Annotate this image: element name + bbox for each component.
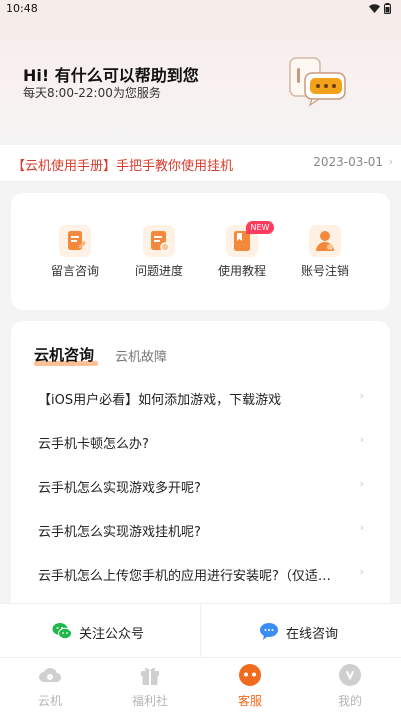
- quick-action-label: 账号注销: [300, 264, 349, 278]
- quick-action-tutorial[interactable]: NEW 使用教程: [202, 193, 282, 310]
- quick-action-label: 使用教程: [217, 264, 266, 278]
- chevron-right-icon: ›: [359, 521, 364, 534]
- tab-label: 福利社: [131, 694, 168, 708]
- faq-item[interactable]: 【iOS用户必看】如何添加游戏，下载游戏 ›: [11, 376, 390, 420]
- follow-label: 关注公众号: [79, 627, 145, 642]
- greeting-title: Hi! 有什么可以帮助到您: [23, 66, 199, 85]
- quick-action-progress[interactable]: 问题进度: [119, 193, 199, 310]
- quick-action-label: 问题进度: [134, 264, 183, 278]
- tab-label: 我的: [337, 694, 362, 708]
- notice-text: 【云机使用手册】手把手教你使用挂机: [12, 159, 234, 174]
- new-badge: NEW: [246, 221, 274, 234]
- online-consult-label: 在线咨询: [286, 627, 339, 642]
- user-icon: [309, 225, 341, 257]
- service-hours: 每天8:00-22:00为您服务: [23, 86, 161, 100]
- chevron-right-icon: ›: [359, 389, 364, 402]
- faq-item[interactable]: 云手机卡顿怎么办? ›: [11, 420, 390, 464]
- tab-customer-service[interactable]: 客服: [200, 658, 300, 714]
- document-search-icon: [143, 225, 175, 257]
- faq-item[interactable]: 云手机怎么实现游戏多开呢? ›: [11, 464, 390, 508]
- faq-item-text: 云手机怎么上传您手机的应用进行安装呢?（仅适用于安卓）: [38, 569, 338, 584]
- status-bar: 10:48: [0, 0, 401, 18]
- bottom-tab-bar: 云机 福利社 客服 我的: [0, 657, 401, 714]
- tab-cloud-phone[interactable]: 云机: [0, 658, 100, 714]
- tab-cloud-consult[interactable]: 云机咨询: [34, 344, 94, 365]
- cloud-icon: [39, 668, 62, 683]
- chevron-right-icon: ›: [359, 477, 364, 490]
- online-consult-button[interactable]: 在线咨询: [201, 604, 401, 658]
- wechat-icon: [52, 623, 72, 640]
- tab-welfare[interactable]: 福利社: [100, 658, 200, 714]
- quick-action-message[interactable]: 留言咨询: [35, 193, 115, 310]
- faq-item-text: 云手机怎么实现游戏挂机呢?: [38, 525, 201, 540]
- status-icons: [369, 3, 391, 14]
- chevron-right-icon: ›: [388, 155, 393, 168]
- gift-icon: [141, 667, 159, 685]
- battery-icon: [384, 3, 391, 14]
- status-time: 10:48: [6, 2, 38, 15]
- profile-icon: [339, 664, 361, 686]
- notice-banner[interactable]: 【云机使用手册】手把手教你使用挂机 2023-03-01 ›: [0, 145, 401, 181]
- quick-actions-card: 留言咨询 问题进度 NEW 使用教程 账号注销: [11, 193, 390, 310]
- quick-action-delete-account[interactable]: 账号注销: [285, 193, 365, 310]
- document-edit-icon: [59, 225, 91, 257]
- faq-item[interactable]: 云手机怎么实现游戏挂机呢? ›: [11, 508, 390, 552]
- tab-label: 客服: [237, 694, 262, 708]
- chevron-right-icon: ›: [359, 565, 364, 578]
- faq-item-text: 云手机怎么实现游戏多开呢?: [38, 481, 201, 496]
- faq-item-text: 【iOS用户必看】如何添加游戏，下载游戏: [38, 393, 282, 408]
- chat-icon: [260, 623, 278, 640]
- tab-label: 云机: [37, 694, 62, 708]
- follow-official-account-button[interactable]: 关注公众号: [0, 604, 200, 658]
- chat-bubbles-icon: [289, 57, 346, 107]
- tab-cloud-fault[interactable]: 云机故障: [115, 346, 167, 365]
- chevron-right-icon: ›: [359, 433, 364, 446]
- contact-action-bar: 关注公众号 在线咨询: [0, 603, 401, 658]
- customer-service-icon: [239, 664, 261, 686]
- notice-date: 2023-03-01: [313, 155, 383, 169]
- wifi-icon: [369, 4, 380, 13]
- faq-item[interactable]: 云手机怎么上传您手机的应用进行安装呢?（仅适用于安卓） ›: [11, 552, 390, 596]
- tab-mine[interactable]: 我的: [300, 658, 400, 714]
- faq-item-text: 云手机卡顿怎么办?: [38, 437, 149, 452]
- quick-action-label: 留言咨询: [50, 264, 99, 278]
- faq-card: 云机咨询 云机故障 【iOS用户必看】如何添加游戏，下载游戏 › 云手机卡顿怎么…: [11, 321, 390, 611]
